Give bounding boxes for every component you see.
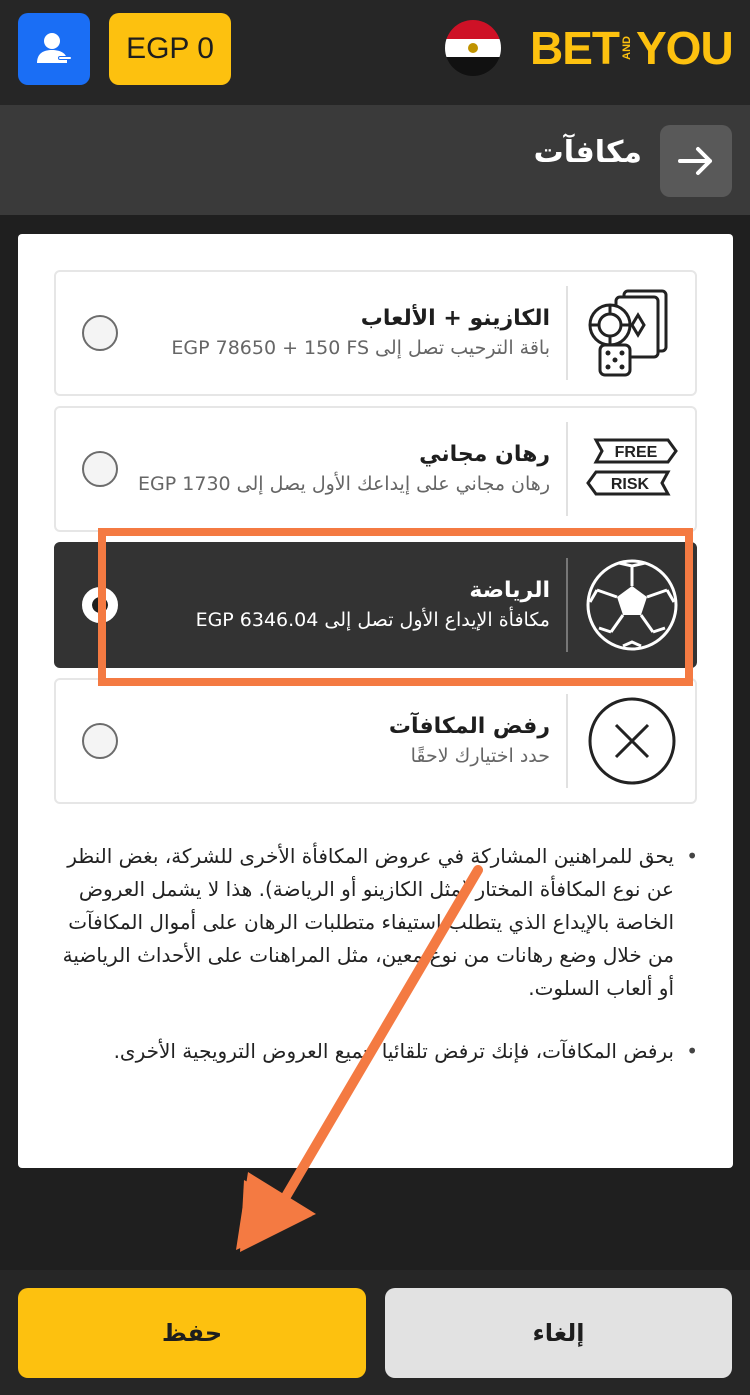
radio-free-bet[interactable] (82, 451, 118, 487)
radio-casino[interactable] (82, 315, 118, 351)
page-title: مكافآت (533, 135, 642, 170)
option-subtitle: رهان مجاني على إيداعك الأول يصل إلى 1730… (138, 473, 550, 495)
bonus-page: EGP 0 BET AND YOU مكافآت الكازينو + الأل… (0, 0, 750, 1395)
cards-dice-chip-icon (568, 272, 695, 394)
cancel-button[interactable]: إلغاء (385, 1288, 732, 1378)
option-decline[interactable]: رفض المكافآت حدد اختيارك لاحقًا (54, 678, 697, 804)
radio-decline[interactable] (82, 723, 118, 759)
option-casino[interactable]: الكازينو + الألعاب باقة الترحيب تصل إلى … (54, 270, 697, 396)
back-button[interactable] (660, 125, 732, 197)
note-item: يحق للمراهنين المشاركة في عروض المكافأة … (62, 840, 702, 1005)
option-text: رهان مجاني رهان مجاني على إيداعك الأول ي… (130, 408, 550, 530)
title-bar: مكافآت (0, 105, 750, 215)
save-button[interactable]: حفظ (18, 1288, 366, 1378)
egypt-flag-icon[interactable] (445, 20, 501, 76)
arrow-right-icon (678, 147, 712, 175)
option-title: الكازينو + الألعاب (360, 306, 550, 331)
note-item: برفض المكافآت، فإنك ترفض تلقائيا جميع ال… (62, 1035, 702, 1068)
bonus-notes: يحق للمراهنين المشاركة في عروض المكافأة … (62, 840, 702, 1098)
option-title: رفض المكافآت (388, 714, 550, 739)
betandyou-logo[interactable]: BET AND YOU (530, 18, 734, 78)
close-circle-icon (568, 680, 695, 802)
option-divider (566, 422, 568, 516)
highlight-box (98, 528, 693, 686)
free-risk-icon: FREE RISK (568, 408, 695, 530)
balance-button[interactable]: EGP 0 (109, 13, 231, 85)
option-subtitle: باقة الترحيب تصل إلى EGP 78650 + 150 FS (171, 337, 550, 359)
option-text: الكازينو + الألعاب باقة الترحيب تصل إلى … (130, 272, 550, 394)
svg-text:FREE: FREE (614, 444, 657, 461)
option-divider (566, 694, 568, 788)
option-free-bet[interactable]: FREE RISK رهان مجاني رهان مجاني على إيدا… (54, 406, 697, 532)
option-text: رفض المكافآت حدد اختيارك لاحقًا (130, 680, 550, 802)
option-divider (566, 286, 568, 380)
svg-text:RISK: RISK (610, 476, 649, 493)
option-title: رهان مجاني (419, 442, 550, 467)
option-subtitle: حدد اختيارك لاحقًا (410, 745, 550, 767)
user-icon (37, 33, 72, 63)
user-account-button[interactable] (18, 13, 90, 85)
